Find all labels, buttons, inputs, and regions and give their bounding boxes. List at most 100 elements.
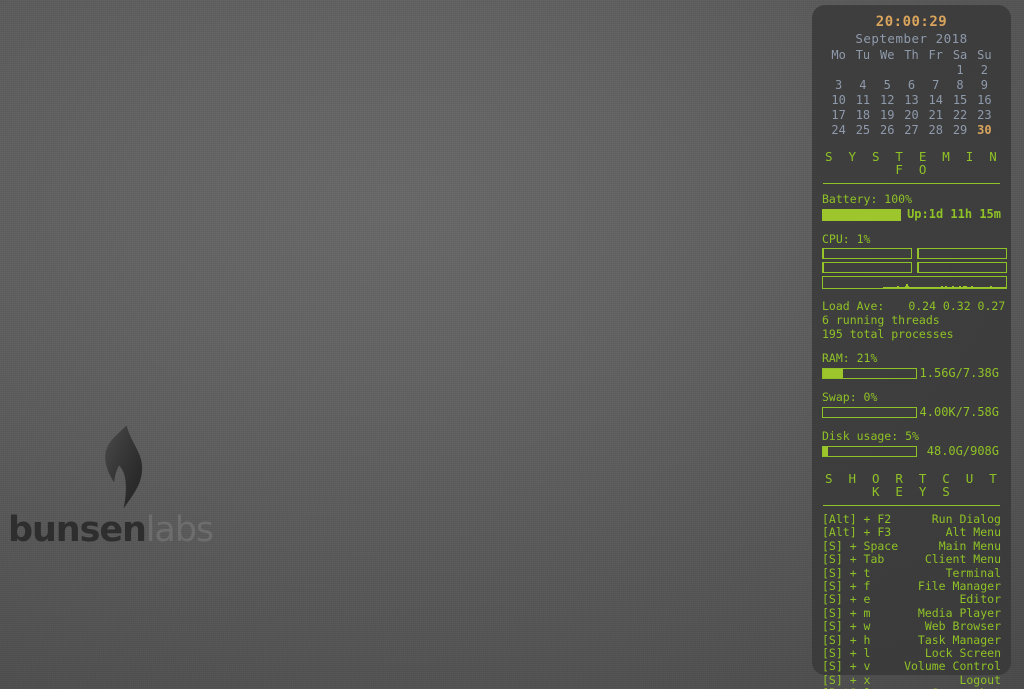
calendar-day: 28	[928, 123, 943, 137]
calendar-day: 11	[855, 93, 871, 107]
disk-block: Disk usage: 5% 48.0G/908G	[812, 429, 1011, 458]
disk-bar	[822, 446, 917, 457]
calendar-day: 20	[904, 108, 919, 122]
calendar-day: 17	[831, 108, 846, 122]
shortcut-row: [S] + f File Manager	[822, 579, 1001, 594]
calendar-weekday: Tu	[855, 48, 871, 62]
system-info-header: S Y S T E M I N F O	[825, 149, 1001, 177]
cpu-history-graph	[822, 276, 1007, 289]
cpu-core-bar-fill	[918, 249, 919, 258]
shortcut-action: Task Manager	[917, 632, 1001, 647]
calendar-day: 3	[835, 78, 843, 92]
total-processes: 195 total processes	[822, 327, 954, 341]
shortcut-action: Volume Control	[904, 659, 1001, 674]
calendar-day: 16	[977, 93, 992, 107]
cpu-core-bar-fill	[823, 263, 824, 272]
shortcut-key: [S] + Tab	[822, 552, 885, 567]
shortcut-keys-list: [Alt] + F2 Run Dialog [Alt] + F3 Alt Menu [S…	[812, 512, 1011, 689]
calendar-week-row: 24 25 26 27 28 29 30	[827, 123, 997, 138]
shortcut-action: Web Browser	[924, 619, 1001, 634]
shortcut-action: Client Menu	[924, 552, 1001, 567]
desktop-root[interactable]: bunsenlabs 20:00:29 September 2018 Mo Tu…	[0, 0, 1024, 689]
calendar-day: 5	[883, 78, 891, 92]
calendar-day-blank	[827, 63, 851, 78]
cpu-core-bar-fill	[823, 249, 824, 258]
shortcut-action: Alt Menu	[945, 525, 1001, 540]
clock-time: 20:00:29	[875, 14, 948, 30]
shortcut-key: [S] + w	[822, 619, 871, 634]
calendar-weekday: Fr	[928, 48, 943, 62]
cpu-block: CPU: 1%	[812, 232, 1011, 289]
battery-block: Battery: 100% Up:1d 11h 15m	[812, 192, 1011, 221]
ram-label: RAM: 21%	[822, 351, 878, 365]
calendar-day: 1	[956, 63, 964, 77]
cpu-core-bar	[917, 248, 1007, 259]
cpu-core-bar	[917, 262, 1007, 273]
calendar-day: 4	[859, 78, 867, 92]
calendar-weekday-row: Mo Tu We Th Fr Sa Su	[827, 48, 997, 63]
calendar-day: 10	[831, 93, 846, 107]
calendar-day-today: 30	[977, 123, 992, 137]
swap-value: 4.00K/7.58G	[919, 405, 999, 419]
logo-word-bunsen: bunsen	[8, 510, 147, 550]
shortcut-key: [S] + t	[822, 565, 871, 580]
battery-row: Up:1d 11h 15m	[822, 208, 1001, 221]
calendar-weekday: Su	[977, 48, 992, 62]
load-average-label: Load Ave:	[822, 299, 885, 313]
calendar-day: 8	[956, 78, 964, 92]
shortcut-keys-header: S H O R T C U T K E Y S	[825, 471, 1001, 499]
shortcut-key: [Alt] + F3	[822, 525, 892, 540]
shortcut-row: [S] + m Media Player	[822, 605, 1001, 620]
ram-block: RAM: 21% 1.56G/7.38G	[812, 351, 1011, 380]
ram-bar	[822, 368, 917, 379]
cpu-core-bar	[822, 248, 912, 259]
bunsenlabs-wordmark: bunsenlabs	[8, 510, 238, 550]
shortcut-row: [S] + Tab Client Menu	[822, 552, 1001, 567]
ram-value: 1.56G/7.38G	[919, 366, 999, 380]
cpu-graph-spike	[1004, 287, 1006, 288]
calendar-day: 18	[855, 108, 871, 122]
calendar-day: 24	[831, 123, 846, 137]
shortcut-row: [S] + h Task Manager	[822, 632, 1001, 647]
calendar-day: 15	[952, 93, 968, 107]
bunsenlabs-flame-icon	[92, 424, 148, 510]
shortcut-action: Main Menu	[938, 538, 1001, 553]
calendar-day-blank	[851, 63, 875, 78]
calendar-day: 7	[932, 78, 940, 92]
calendar-day: 26	[879, 123, 895, 137]
shortcut-action: Media Player	[917, 605, 1001, 620]
calendar-day-blank	[899, 63, 923, 78]
shortcut-row: [S] + Space Main Menu	[822, 538, 1001, 553]
shortcut-row: [S] + v Volume Control	[822, 659, 1001, 674]
calendar-grid: Mo Tu We Th Fr Sa Su 1 2 3 4 5 6 7 8 9 10 11 12 13 14…	[827, 48, 997, 138]
disk-row: 48.0G/908G	[822, 445, 1001, 458]
calendar-day: 22	[952, 108, 968, 122]
ram-row: 1.56G/7.38G	[822, 367, 1001, 380]
calendar-day: 29	[952, 123, 968, 137]
load-block: Load Ave: 0.24 0.32 0.27 6 running thread…	[812, 299, 1011, 341]
shortcut-row: [Alt] + F2 Run Dialog	[822, 512, 1001, 526]
battery-label: Battery: 100%	[822, 192, 913, 206]
calendar-weekday: Th	[904, 48, 919, 62]
shortcut-action: File Manager	[917, 579, 1001, 594]
calendar-week-row: 10 11 12 13 14 15 16	[827, 93, 997, 108]
calendar-month-year: September 2018	[855, 31, 968, 46]
system-info-divider	[823, 183, 1000, 184]
swap-block: Swap: 0% 4.00K/7.58G	[812, 390, 1011, 419]
shortcut-key: [S] + m	[822, 605, 871, 620]
calendar-day: 19	[879, 108, 895, 122]
shortcut-key: [S] + f	[822, 579, 871, 594]
load-average-row: Load Ave: 0.24 0.32 0.27	[822, 299, 1005, 313]
calendar-day: 6	[907, 78, 916, 92]
shortcut-key: [S] + Space	[822, 538, 899, 553]
swap-bar	[822, 407, 917, 418]
disk-label: Disk usage: 5%	[822, 429, 919, 443]
running-threads: 6 running threads	[822, 313, 940, 327]
calendar-day: 21	[928, 108, 943, 122]
shortcut-key: [S] + e	[822, 592, 871, 607]
shortcut-key: [S] + v	[822, 659, 871, 674]
calendar-day: 13	[904, 93, 919, 107]
calendar-week-row: 3 4 5 6 7 8 9	[827, 78, 997, 93]
shortcut-key: [S] + l	[822, 646, 871, 661]
calendar-day-blank	[924, 63, 948, 78]
